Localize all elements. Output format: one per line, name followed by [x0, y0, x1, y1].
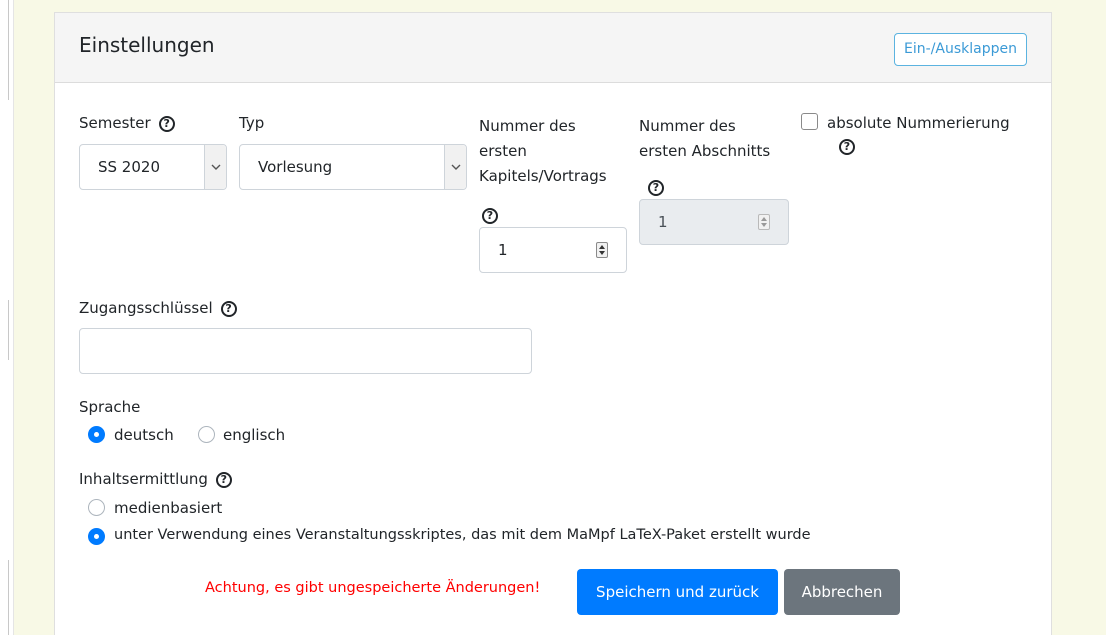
help-icon[interactable]: ?	[648, 180, 664, 196]
help-icon[interactable]: ?	[482, 208, 498, 224]
edge-tick	[8, 560, 9, 635]
chevron-down-icon	[444, 145, 466, 189]
content-detection-radio-media[interactable]	[88, 499, 105, 516]
absolute-numbering-checkbox[interactable]	[801, 113, 818, 130]
first-chapter-label: Nummer des ersten Kapitels/Vortrags	[479, 114, 607, 189]
first-section-input: 1	[639, 199, 789, 245]
access-key-label-group: Zugangsschlüssel?	[79, 299, 237, 317]
content-detection-option-label: medienbasiert	[114, 499, 223, 517]
collapse-button[interactable]: Ein-/Ausklappen	[894, 33, 1027, 66]
first-chapter-label-line: ersten	[479, 142, 527, 160]
first-section-value: 1	[658, 213, 668, 231]
content-detection-radio-script[interactable]	[88, 528, 105, 545]
first-section-label: Nummer des ersten Abschnitts	[639, 114, 770, 164]
content-detection-label-group: Inhaltsermittlung?	[79, 470, 232, 488]
edge-tick	[8, 300, 9, 360]
first-section-label-line: Nummer des	[639, 117, 736, 135]
language-option-label: deutsch	[114, 426, 174, 444]
type-select[interactable]: Vorlesung	[239, 144, 467, 190]
semester-label-group: Semester?	[79, 114, 175, 132]
save-and-back-button[interactable]: Speichern und zurück	[577, 569, 778, 615]
type-label: Typ	[239, 114, 265, 132]
help-icon[interactable]: ?	[839, 139, 855, 155]
help-icon[interactable]: ?	[158, 115, 175, 132]
first-section-label-line: ersten Abschnitts	[639, 142, 771, 160]
help-icon[interactable]: ?	[220, 300, 237, 317]
access-key-label: Zugangsschlüssel	[79, 299, 213, 317]
language-radio-englisch[interactable]	[198, 426, 215, 443]
first-chapter-label-line: Kapitels/Vortrags	[479, 167, 607, 185]
type-value: Vorlesung	[258, 158, 333, 176]
cancel-button[interactable]: Abbrechen	[784, 569, 900, 615]
help-icon[interactable]: ?	[215, 471, 232, 488]
spinner-icon[interactable]	[596, 242, 608, 258]
semester-value: SS 2020	[98, 158, 160, 176]
language-option-label: englisch	[223, 426, 286, 444]
spinner-icon	[758, 214, 770, 230]
card-header: Einstellungen Ein-/Ausklappen	[55, 13, 1051, 83]
unsaved-changes-warning: Achtung, es gibt ungespeicherte Änderung…	[205, 580, 541, 596]
language-radio-deutsch[interactable]	[88, 426, 105, 443]
first-chapter-label-line: Nummer des	[479, 117, 576, 135]
card-title: Einstellungen	[79, 33, 215, 57]
semester-select[interactable]: SS 2020	[79, 144, 227, 190]
first-chapter-value: 1	[498, 241, 508, 259]
semester-label: Semester	[79, 114, 151, 132]
content-detection-option-label: unter Verwendung eines Veranstaltungsskr…	[114, 527, 811, 543]
first-chapter-input[interactable]: 1	[479, 227, 627, 273]
language-label: Sprache	[79, 398, 141, 416]
chevron-down-icon	[204, 145, 226, 189]
settings-card: Einstellungen Ein-/Ausklappen Semester? …	[54, 12, 1052, 635]
content-detection-label: Inhaltsermittlung	[79, 470, 208, 488]
left-window-edge	[0, 0, 14, 635]
access-key-input[interactable]	[79, 328, 532, 374]
edge-tick	[8, 0, 9, 100]
absolute-numbering-label: absolute Nummerierung	[827, 114, 1010, 132]
